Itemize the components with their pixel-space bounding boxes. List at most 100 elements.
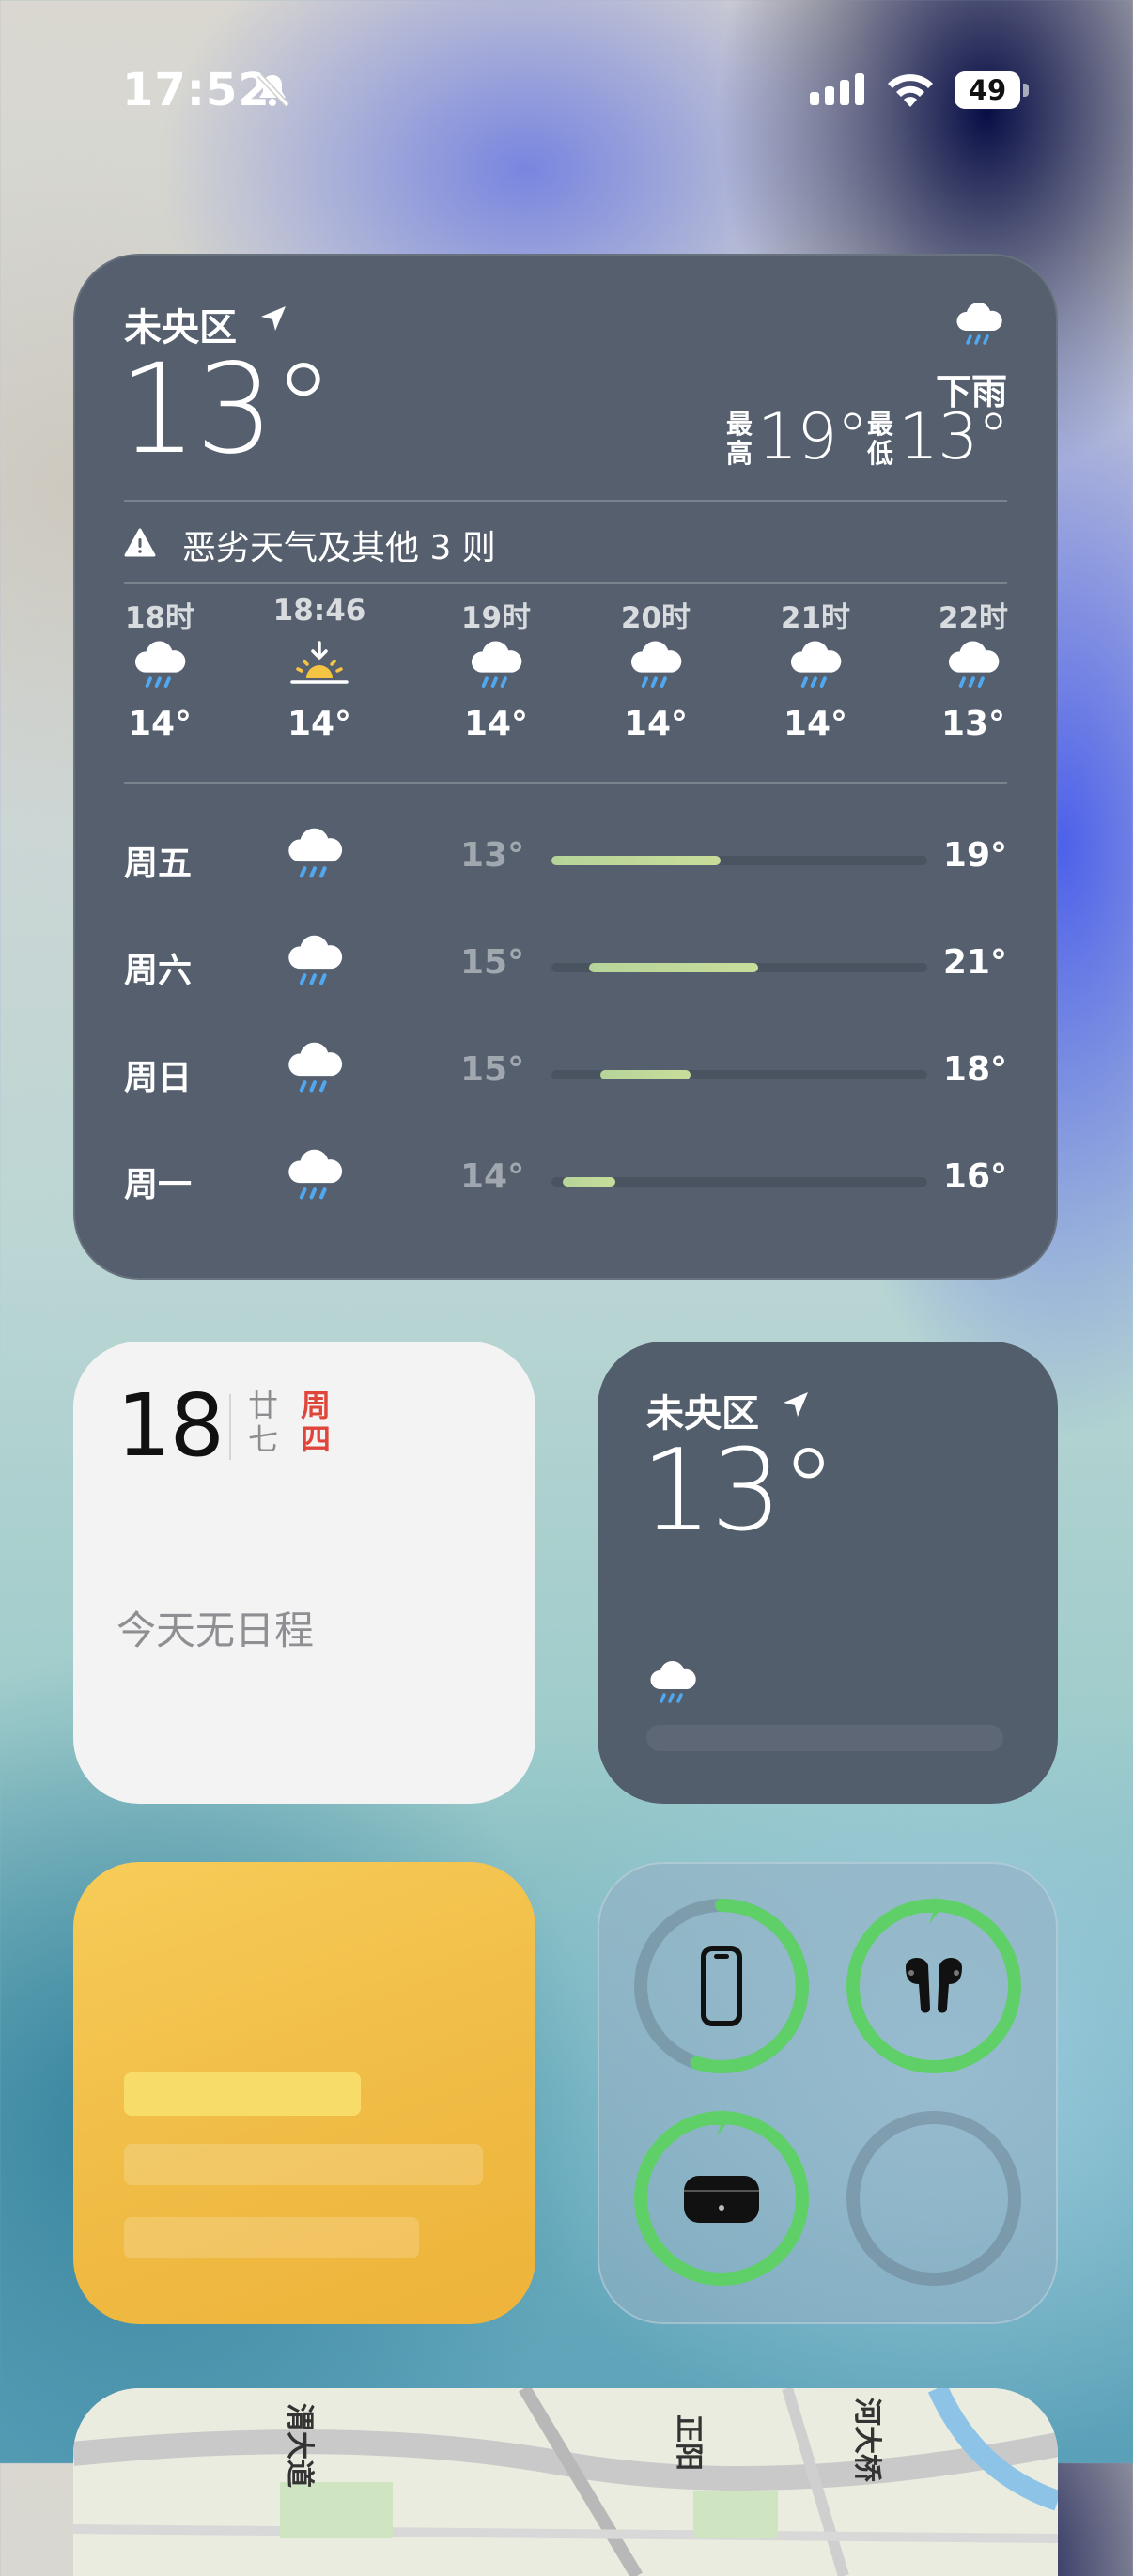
hour-time: 22时 [938,601,1009,635]
day-name: 周一 [124,1166,193,1204]
day-high: 21° [942,943,1007,982]
wifi-icon [888,74,933,107]
map-widget[interactable]: 渭大道 正阳 河大桥 [73,2388,1058,2576]
temp-range-fill [600,1070,691,1079]
high-temp: 19° [757,400,869,474]
day-row: 周一 14° 16° [124,1144,1007,1219]
temp-range-fill [551,856,721,865]
rain-cloud-icon [646,1661,699,1710]
hour-item: 18:46 14° [268,594,371,748]
location-arrow-icon [261,306,286,331]
hour-temp: 14° [287,705,352,743]
rain-cloud-icon [922,631,1025,701]
status-time: 17:52 [122,64,271,116]
map-label: 正阳 [672,2414,705,2471]
day-high: 16° [942,1157,1007,1196]
day-name: 周六 [124,952,193,990]
current-temperature: 13° [641,1426,837,1557]
battery-ring-empty [846,2111,1021,2286]
rain-cloud-icon [604,631,707,701]
cellular-signal-icon [810,73,864,105]
hour-item: 20时 14° [604,594,707,748]
calendar-date: 18 [116,1375,225,1476]
hour-time: 18时 [124,601,195,635]
blurred-detail [646,1725,1003,1751]
hour-item: 18时 14° [108,594,211,748]
low-label: 最低 [866,409,893,469]
temp-range-bar [551,963,927,972]
note-placeholder-line [124,2072,361,2116]
hour-time: 18:46 [272,594,366,628]
note-placeholder-line [124,2144,483,2185]
calendar-widget[interactable]: 18 廿 七 周 四 今天无日程 [73,1342,535,1804]
weather-widget-small[interactable]: 未央区 13° [598,1342,1058,1804]
hour-temp: 14° [623,705,689,743]
day-low: 15° [460,943,525,982]
status-bar: 17:52 49 [0,0,1133,178]
day-row: 周五 13° 19° [124,823,1007,898]
map-label: 渭大道 [283,2403,316,2488]
high-label: 最高 [725,409,753,469]
temp-range-bar [551,1070,927,1079]
rain-cloud-icon [284,934,346,994]
day-high: 19° [942,836,1007,875]
lunar-top: 廿 [247,1388,278,1423]
weekday-bottom: 四 [300,1421,331,1457]
airpods-case-icon [684,2176,759,2223]
day-low: 15° [460,1050,525,1089]
hour-item: 22时 13° [922,594,1025,748]
hour-temp: 13° [940,705,1006,743]
alert-text: 恶劣天气及其他 3 则 [182,529,496,567]
current-temperature: 13° [118,337,334,482]
day-low: 14° [460,1157,525,1196]
day-name: 周五 [124,845,193,883]
high-low-temps: 最高 19° 最低 13° [725,400,1010,474]
weekday: 周 四 [299,1389,333,1456]
rain-cloud-icon [108,631,211,701]
lunar-date: 廿 七 [246,1389,280,1456]
battery-ring-iphone [634,1899,809,2073]
divider [124,782,1007,784]
hourly-forecast: 18时 14° 18:46 14° 19时 14° 20时 14° 21时 14… [124,594,1008,744]
rain-cloud-icon [284,1148,346,1208]
temp-range-fill [589,963,758,972]
divider [229,1394,231,1460]
weekday-top: 周 [300,1388,331,1423]
sunset-icon [268,631,371,701]
warning-icon [124,528,156,557]
lunar-bottom: 七 [247,1421,278,1457]
day-row: 周日 15° 18° [124,1037,1007,1112]
hour-time: 20时 [620,601,691,635]
hour-item: 21时 14° [764,594,867,748]
rain-cloud-icon [284,827,346,887]
day-row: 周六 15° 21° [124,930,1007,1005]
divider [124,582,1007,584]
day-name: 周日 [124,1059,193,1097]
notes-widget[interactable] [73,1862,535,2324]
hour-temp: 14° [463,705,529,743]
weather-widget-large[interactable]: 未央区 13° 下雨 最高 19° 最低 13° 恶劣天气及其他 3 则 18时 [73,254,1058,1280]
battery-level: 49 [968,74,1007,106]
batteries-widget[interactable] [598,1862,1058,2324]
location-arrow-icon [784,1392,808,1417]
hour-item: 19时 14° [444,594,548,748]
hour-temp: 14° [783,705,848,743]
hour-time: 21时 [780,601,851,635]
temp-range-bar [551,1177,927,1187]
hour-temp: 14° [127,705,193,743]
hour-time: 19时 [460,601,532,635]
airpods-icon [906,1957,962,2013]
rain-cloud-icon [764,631,867,701]
battery-icon: 49 [955,71,1032,109]
day-high: 18° [942,1050,1007,1089]
map-background [73,2388,1058,2576]
no-events-text: 今天无日程 [116,1607,315,1653]
map-label: 河大桥 [850,2398,883,2482]
note-placeholder-line [124,2217,419,2258]
battery-ring-airpods [846,1896,1021,2073]
rain-cloud-icon [444,631,548,701]
temp-range-fill [563,1177,615,1187]
temp-range-bar [551,856,927,865]
rain-cloud-icon [284,1041,346,1101]
battery-ring-airpods-case [634,2108,809,2286]
